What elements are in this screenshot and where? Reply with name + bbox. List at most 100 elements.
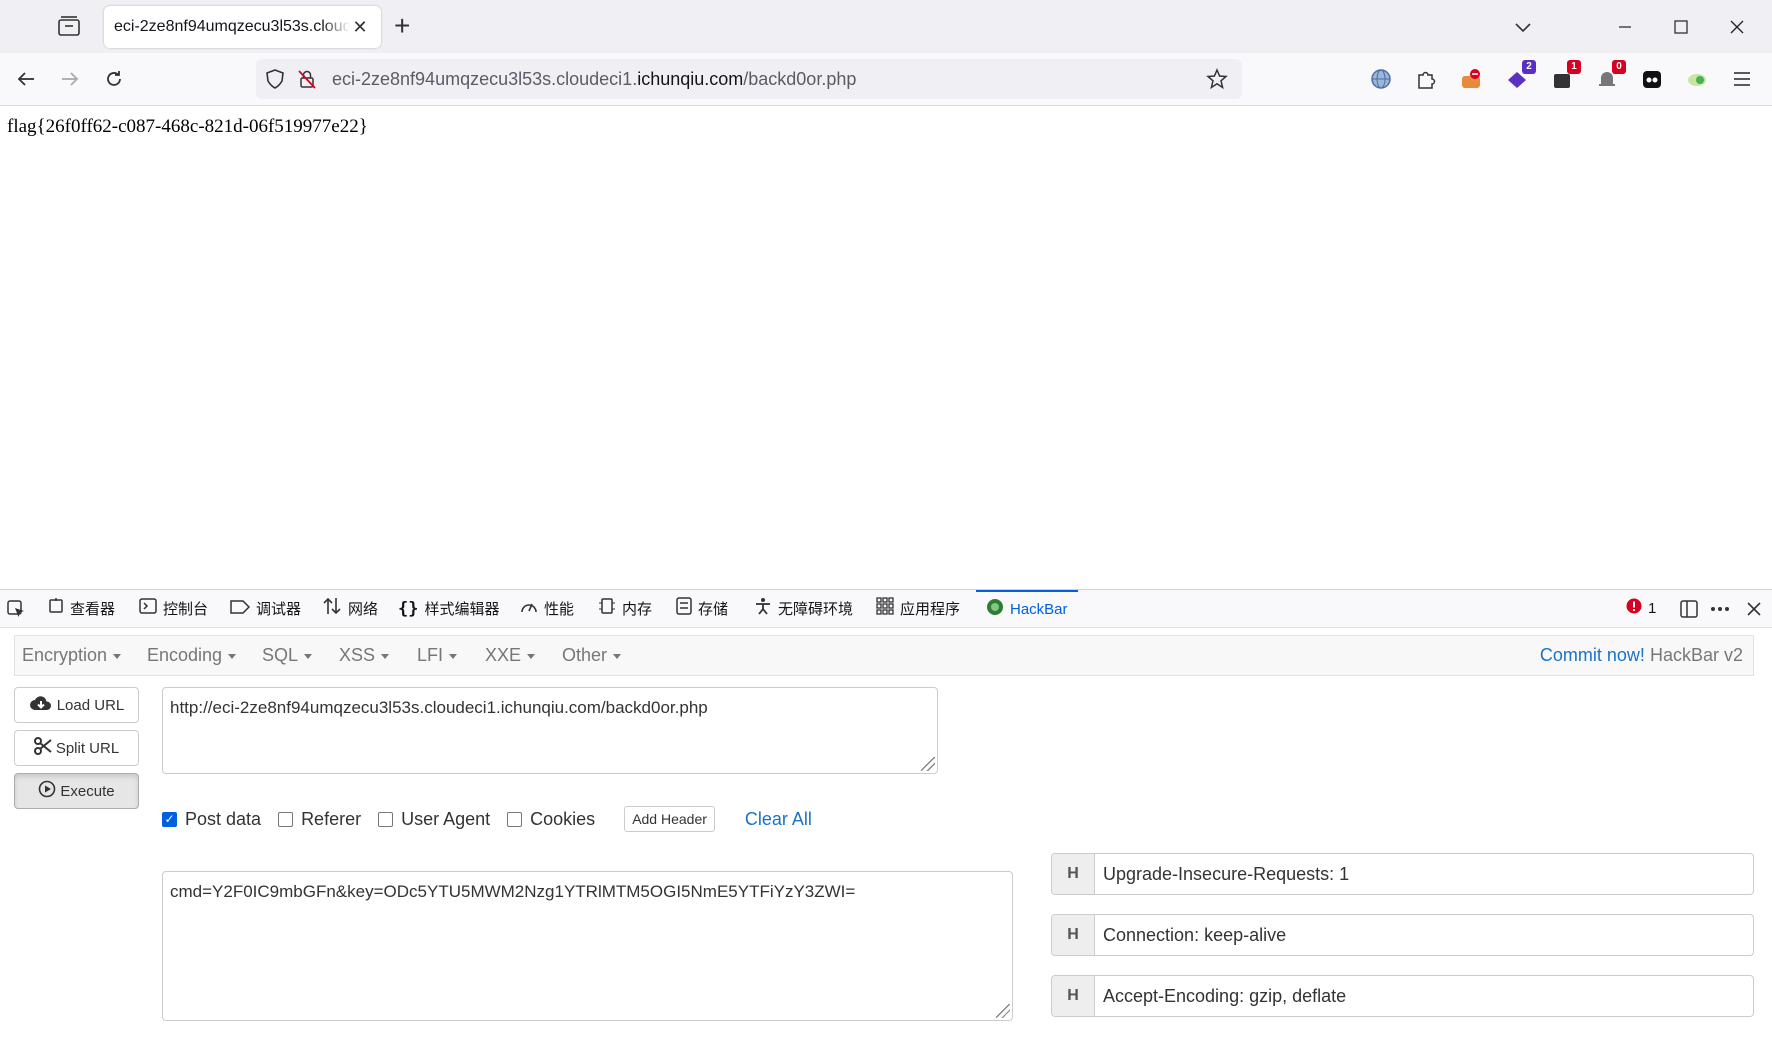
resize-grip-icon[interactable] — [996, 1004, 1010, 1018]
devtools-tab-inspector[interactable]: 查看器 — [48, 590, 115, 627]
post-body-value: cmd=Y2F0IC9mbGFn&key=ODc5YTU5MWM2Nzg1YTR… — [170, 882, 856, 901]
header-row[interactable]: H Accept-Encoding: gzip, deflate — [1051, 975, 1754, 1017]
cookies-option[interactable]: Cookies — [507, 809, 595, 830]
insecure-lock-icon[interactable] — [296, 68, 318, 90]
commit-now-link[interactable]: Commit now! — [1540, 645, 1645, 665]
element-picker-icon[interactable] — [6, 590, 26, 627]
url-prefix: eci-2ze8nf94umqzecu3l53s.cloudeci1. — [332, 69, 638, 89]
split-url-button[interactable]: Split URL — [14, 730, 139, 766]
menu-other[interactable]: Other — [562, 636, 621, 675]
more-options-icon[interactable] — [1710, 590, 1730, 627]
devtools-tab-performance[interactable]: 性能 — [520, 590, 574, 627]
tab-list-icon[interactable] — [56, 14, 84, 40]
devtools-tab-memory[interactable]: 内存 — [598, 590, 652, 627]
hackbar-version: HackBar v2 — [1649, 645, 1743, 665]
memory-icon — [598, 597, 616, 620]
devtools-toolbar: 查看器 控制台 调试器 网络 {} 样式编辑器 性能 内存 存储 无障碍环境 应… — [0, 590, 1772, 628]
blocker-extension-icon[interactable] — [1458, 66, 1484, 92]
minimize-window-icon[interactable] — [1610, 12, 1640, 42]
devtools-tab-console[interactable]: 控制台 — [139, 590, 208, 627]
reload-icon[interactable] — [98, 63, 130, 95]
puzzle-extension-icon[interactable] — [1413, 66, 1439, 92]
devtools-tab-label: 控制台 — [163, 601, 209, 618]
user-agent-checkbox[interactable] — [378, 811, 394, 827]
referer-option[interactable]: Referer — [278, 809, 361, 830]
close-devtools-icon[interactable] — [1746, 590, 1762, 627]
header-row[interactable]: H Connection: keep-alive — [1051, 914, 1754, 956]
menu-encoding[interactable]: Encoding — [147, 636, 236, 675]
inspector-icon — [48, 598, 64, 619]
browser-tab[interactable]: eci-2ze8nf94umqzecu3l53s.cloudeci1.ichun… — [104, 6, 381, 48]
post-data-option[interactable]: ✓ Post data — [162, 809, 261, 830]
header-value[interactable]: Accept-Encoding: gzip, deflate — [1095, 976, 1346, 1016]
execute-label: Execute — [60, 782, 115, 800]
cookies-checkbox[interactable] — [507, 811, 523, 827]
globe-extension-icon[interactable] — [1368, 66, 1394, 92]
mask-extension-icon[interactable] — [1639, 66, 1665, 92]
error-icon — [1626, 598, 1642, 619]
tracking-shield-icon[interactable] — [264, 68, 286, 90]
menu-encryption[interactable]: Encryption — [22, 636, 121, 675]
menu-sql[interactable]: SQL — [262, 636, 312, 675]
devtools-tab-label: 查看器 — [70, 601, 116, 618]
post-data-checkbox[interactable]: ✓ — [162, 811, 177, 827]
hackbar-icon — [986, 598, 1004, 621]
devtools-tab-accessibility[interactable]: 无障碍环境 — [754, 590, 853, 627]
resize-grip-icon[interactable] — [921, 757, 935, 771]
url-textarea[interactable]: http://eci-2ze8nf94umqzecu3l53s.cloudeci… — [162, 687, 938, 774]
error-count: 1 — [1648, 600, 1657, 617]
green-extension-icon[interactable] — [1684, 66, 1710, 92]
devtools-tab-label: 调试器 — [256, 601, 302, 618]
app-menu-icon[interactable] — [1729, 66, 1755, 92]
load-url-button[interactable]: Load URL — [14, 687, 139, 723]
tab-title: eci-2ze8nf94umqzecu3l53s.cloudeci1.ichun… — [114, 18, 350, 35]
tab-overflow-chevron-icon[interactable] — [1508, 12, 1538, 42]
devtools-panel: 查看器 控制台 调试器 网络 {} 样式编辑器 性能 内存 存储 无障碍环境 应… — [0, 589, 1772, 1039]
notification-extension-icon[interactable]: 1 — [1549, 60, 1581, 92]
execute-button[interactable]: Execute — [14, 773, 139, 809]
split-url-label: Split URL — [55, 739, 120, 757]
header-tag: H — [1052, 915, 1095, 955]
cloud-download-icon — [29, 694, 53, 716]
header-value[interactable]: Upgrade-Insecure-Requests: 1 — [1095, 854, 1349, 894]
devtools-tab-storage[interactable]: 存储 — [676, 590, 728, 627]
accessibility-icon — [754, 597, 772, 620]
referer-checkbox[interactable] — [278, 811, 294, 827]
header-row[interactable]: H Upgrade-Insecure-Requests: 1 — [1051, 853, 1754, 895]
purple-extension-icon[interactable]: 2 — [1504, 60, 1536, 92]
menu-xss[interactable]: XSS — [339, 636, 389, 675]
dock-layout-icon[interactable] — [1680, 590, 1698, 627]
devtools-tab-hackbar[interactable]: HackBar — [976, 590, 1078, 627]
close-window-icon[interactable] — [1722, 12, 1752, 42]
performance-icon — [520, 598, 538, 619]
storage-icon — [676, 597, 692, 620]
debugger-icon — [230, 599, 251, 619]
maximize-window-icon[interactable] — [1666, 12, 1696, 42]
devtools-tab-style-editor[interactable]: {} 样式编辑器 — [398, 590, 500, 627]
user-agent-option[interactable]: User Agent — [378, 809, 490, 830]
devtools-tab-network[interactable]: 网络 — [322, 590, 378, 627]
error-count-indicator[interactable]: 1 — [1626, 590, 1656, 627]
devtools-tab-application[interactable]: 应用程序 — [876, 590, 960, 627]
address-bar[interactable]: eci-2ze8nf94umqzecu3l53s.cloudeci1.ichun… — [256, 59, 1242, 99]
post-body-textarea[interactable]: cmd=Y2F0IC9mbGFn&key=ODc5YTU5MWM2Nzg1YTR… — [162, 871, 1013, 1021]
header-tag: H — [1052, 854, 1095, 894]
scissors-icon — [33, 737, 52, 759]
bell-extension-icon[interactable]: 0 — [1594, 60, 1626, 92]
post-data-label: Post data — [185, 808, 262, 829]
back-arrow-icon[interactable] — [10, 63, 42, 95]
menu-lfi[interactable]: LFI — [417, 636, 457, 675]
clear-all-link[interactable]: Clear All — [745, 809, 812, 830]
tab-close-icon[interactable]: ✕ — [350, 17, 370, 38]
forward-arrow-icon[interactable] — [54, 63, 86, 95]
style-editor-icon: {} — [398, 598, 419, 619]
add-header-button[interactable]: Add Header — [624, 806, 715, 832]
devtools-tab-label: 存储 — [698, 601, 729, 618]
bookmark-star-icon[interactable] — [1206, 68, 1228, 90]
devtools-tab-debugger[interactable]: 调试器 — [230, 590, 301, 627]
new-tab-button[interactable]: + — [394, 10, 410, 42]
menu-xxe[interactable]: XXE — [485, 636, 535, 675]
header-value[interactable]: Connection: keep-alive — [1095, 915, 1286, 955]
commit-area: Commit now! HackBar v2 — [1540, 636, 1743, 675]
url-text: eci-2ze8nf94umqzecu3l53s.cloudeci1.ichun… — [332, 59, 856, 99]
